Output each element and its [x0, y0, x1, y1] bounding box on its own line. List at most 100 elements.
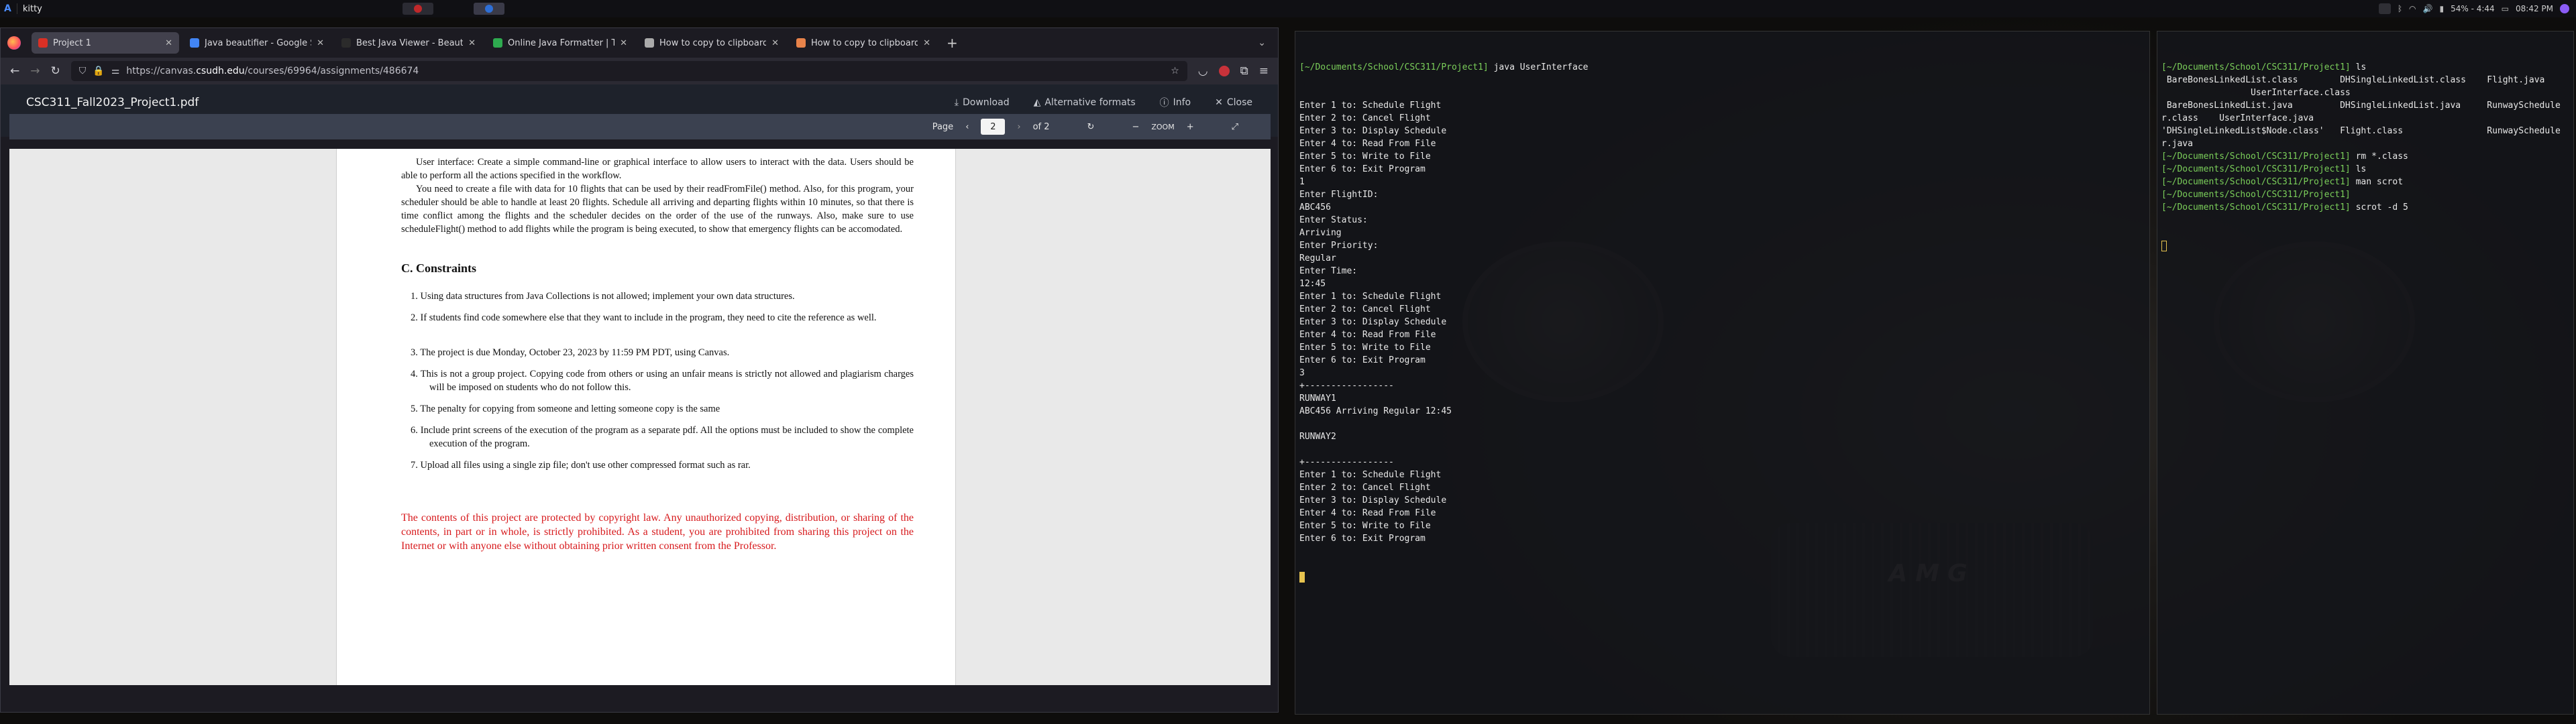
terminal-output-line	[1299, 418, 2145, 430]
terminal-window-java[interactable]: [~/Documents/School/CSC311/Project1] jav…	[1295, 31, 2150, 715]
bluetooth-icon[interactable]: ᛒ	[2398, 4, 2402, 13]
tab-label: How to copy to clipboard i	[659, 38, 767, 48]
constraint-item: 5. The penalty for copying from someone …	[411, 404, 720, 414]
terminal-output-line: Enter 1 to: Schedule Flight	[1299, 470, 1442, 480]
terminal-output-line: Enter 3 to: Display Schedule	[1299, 495, 1447, 505]
terminal-output-line: Enter 5 to: Write to File	[1299, 343, 1431, 353]
terminal-prompt-line: [~/Documents/School/CSC311/Project1] scr…	[2161, 202, 2408, 213]
terminal-prompt-line: [~/Documents/School/CSC311/Project1] ls	[2161, 62, 2367, 72]
constraint-item: 7. Upload all files using a single zip f…	[411, 460, 751, 471]
terminal-output-line: Enter FlightID:	[1299, 190, 1379, 200]
tab-label: How to copy to clipboard in	[811, 38, 918, 48]
tab-favicon-icon	[796, 38, 806, 48]
permissions-icon[interactable]: ⚌	[111, 66, 120, 76]
terminal-output-line: r.class UserInterface.java	[2161, 113, 2314, 123]
system-topbar: A kitty ᛒ ◠ 🔊 ▮ 54% - 4:44 ▭ 08:42 PM	[0, 0, 2576, 17]
tab-close-icon[interactable]: ✕	[771, 38, 779, 48]
page-number-input[interactable]: 2	[981, 119, 1006, 135]
url-text: https://canvas.csudh.edu/courses/69964/a…	[126, 66, 419, 76]
section-heading-constraints: C. Constraints	[401, 261, 477, 275]
info-icon: ⓘ	[1159, 98, 1169, 109]
workspace-2-indicator[interactable]	[474, 3, 504, 15]
lock-icon[interactable]: 🔒	[93, 66, 104, 76]
browser-tab[interactable]: How to copy to clipboard i ✕	[638, 32, 786, 54]
rotate-icon[interactable]: ↻	[1087, 122, 1095, 132]
terminal-window-shell[interactable]: [~/Documents/School/CSC311/Project1] ls …	[2157, 31, 2574, 715]
terminal-output-line: Enter 4 to: Read From File	[1299, 330, 1436, 340]
terminal-output-line: Enter 4 to: Read From File	[1299, 508, 1436, 518]
terminal-prompt-line: [~/Documents/School/CSC311/Project1] rm …	[2161, 152, 2408, 162]
pocket-icon[interactable]: ◡	[1198, 64, 1208, 78]
fullscreen-icon[interactable]: ⤢	[1232, 122, 1238, 132]
terminal-prompt-line: [~/Documents/School/CSC311/Project1]	[2161, 190, 2351, 200]
system-tray: ᛒ ◠ 🔊 ▮ 54% - 4:44 ▭ 08:42 PM	[2378, 0, 2569, 17]
forward-arrow-icon[interactable]: →	[30, 64, 40, 78]
close-button[interactable]: ✕ Close	[1215, 97, 1252, 108]
tab-label: Java beautifier - Google Se	[205, 38, 312, 48]
wifi-icon[interactable]: ◠	[2409, 4, 2416, 13]
terminal-output-line: 1	[1299, 177, 1305, 187]
pdf-filename: CSC311_Fall2023_Project1.pdf	[26, 96, 199, 109]
tab-close-icon[interactable]: ✕	[468, 38, 476, 48]
clock: 08:42 PM	[2516, 4, 2553, 13]
volume-icon[interactable]: 🔊	[2423, 4, 2433, 13]
next-page-chevron-icon[interactable]: ›	[1017, 122, 1020, 132]
terminal-output-line: Enter 2 to: Cancel Flight	[1299, 483, 1431, 493]
notification-icon[interactable]	[2560, 4, 2569, 13]
tab-close-icon[interactable]: ✕	[165, 38, 172, 48]
terminal-output-line: BareBonesLinkedList.class DHSingleLinked…	[2161, 75, 2545, 85]
tab-close-icon[interactable]: ✕	[620, 38, 627, 48]
pdf-viewer[interactable]: User interface: Create a simple command-…	[9, 149, 1271, 685]
reload-icon[interactable]: ↻	[51, 64, 60, 78]
tab-close-icon[interactable]: ✕	[923, 38, 930, 48]
terminal-prompt-line: [~/Documents/School/CSC311/Project1] ls	[2161, 164, 2367, 174]
terminal-output-line: 3	[1299, 368, 1305, 378]
arch-logo-icon[interactable]: A	[4, 3, 11, 14]
page-total: of 2	[1032, 121, 1050, 132]
tab-close-icon[interactable]: ✕	[317, 38, 324, 48]
list-all-tabs-chevron-icon[interactable]: ⌄	[1258, 38, 1266, 48]
browser-tab[interactable]: Project 1 ✕	[32, 32, 179, 54]
browser-tab[interactable]: How to copy to clipboard in ✕	[790, 32, 937, 54]
tab-strip: Project 1 ✕ Java beautifier - Google Se ✕ Be…	[1, 28, 1278, 58]
terminal-output-line: Enter 1 to: Schedule Flight	[1299, 292, 1442, 302]
download-button[interactable]: ⤓ Download	[955, 97, 1010, 108]
triangle-icon: ◭	[1033, 97, 1041, 108]
terminal-prompt-line: [~/Documents/School/CSC311/Project1] man…	[2161, 177, 2404, 187]
constraint-item: 1. Using data structures from Java Colle…	[411, 291, 795, 302]
url-bar[interactable]: ⛉ 🔒 ⚌ https://canvas.csudh.edu/courses/6…	[70, 61, 1187, 81]
browser-tab[interactable]: Online Java Formatter | Tu ✕	[486, 32, 634, 54]
prev-page-chevron-icon[interactable]: ‹	[965, 122, 969, 132]
terminal-output-line: Enter 6 to: Exit Program	[1299, 355, 1426, 365]
terminal-output-line: Enter 5 to: Write to File	[1299, 521, 1431, 531]
hamburger-menu-icon[interactable]: ≡	[1259, 64, 1269, 78]
new-tab-plus-icon[interactable]: +	[947, 35, 958, 51]
terminal-output-line: RUNWAY2	[1299, 432, 1336, 442]
zoom-in-icon[interactable]: +	[1187, 122, 1194, 132]
shield-icon[interactable]: ⛉	[79, 66, 87, 76]
terminal-output-line: Enter 3 to: Display Schedule	[1299, 317, 1447, 327]
back-arrow-icon[interactable]: ←	[10, 64, 19, 78]
firefox-logo-icon	[7, 36, 21, 50]
tab-label: Online Java Formatter | Tu	[508, 38, 615, 48]
page-label: Page	[932, 121, 954, 132]
tab-favicon-icon	[645, 38, 654, 48]
alternative-formats-button[interactable]: ◭ Alternative formats	[1034, 97, 1136, 108]
terminal-output-line: +-----------------	[1299, 457, 1394, 467]
tab-label: Best Java Viewer - Beautify	[356, 38, 464, 48]
paragraph-flights-file: You need to create a file with data for …	[401, 184, 914, 235]
zoom-label: ZOOM	[1151, 122, 1175, 131]
zoom-out-icon[interactable]: −	[1132, 122, 1139, 132]
tab-favicon-icon	[38, 38, 48, 48]
info-button[interactable]: ⓘ Info	[1160, 96, 1191, 109]
extensions-puzzle-icon[interactable]: ⧉	[1240, 64, 1248, 78]
browser-tab[interactable]: Java beautifier - Google Se ✕	[183, 32, 331, 54]
bookmark-star-icon[interactable]: ☆	[1171, 66, 1179, 76]
terminal-output-line: RUNWAY1	[1299, 394, 1336, 404]
workspace-1-indicator[interactable]	[402, 3, 433, 15]
tray-app-icon[interactable]	[2378, 3, 2391, 14]
tab-label: Project 1	[53, 38, 91, 48]
extension-red-icon[interactable]	[1218, 66, 1230, 76]
terminal-output-line: Enter Status:	[1299, 215, 1368, 225]
browser-tab[interactable]: Best Java Viewer - Beautify ✕	[335, 32, 482, 54]
